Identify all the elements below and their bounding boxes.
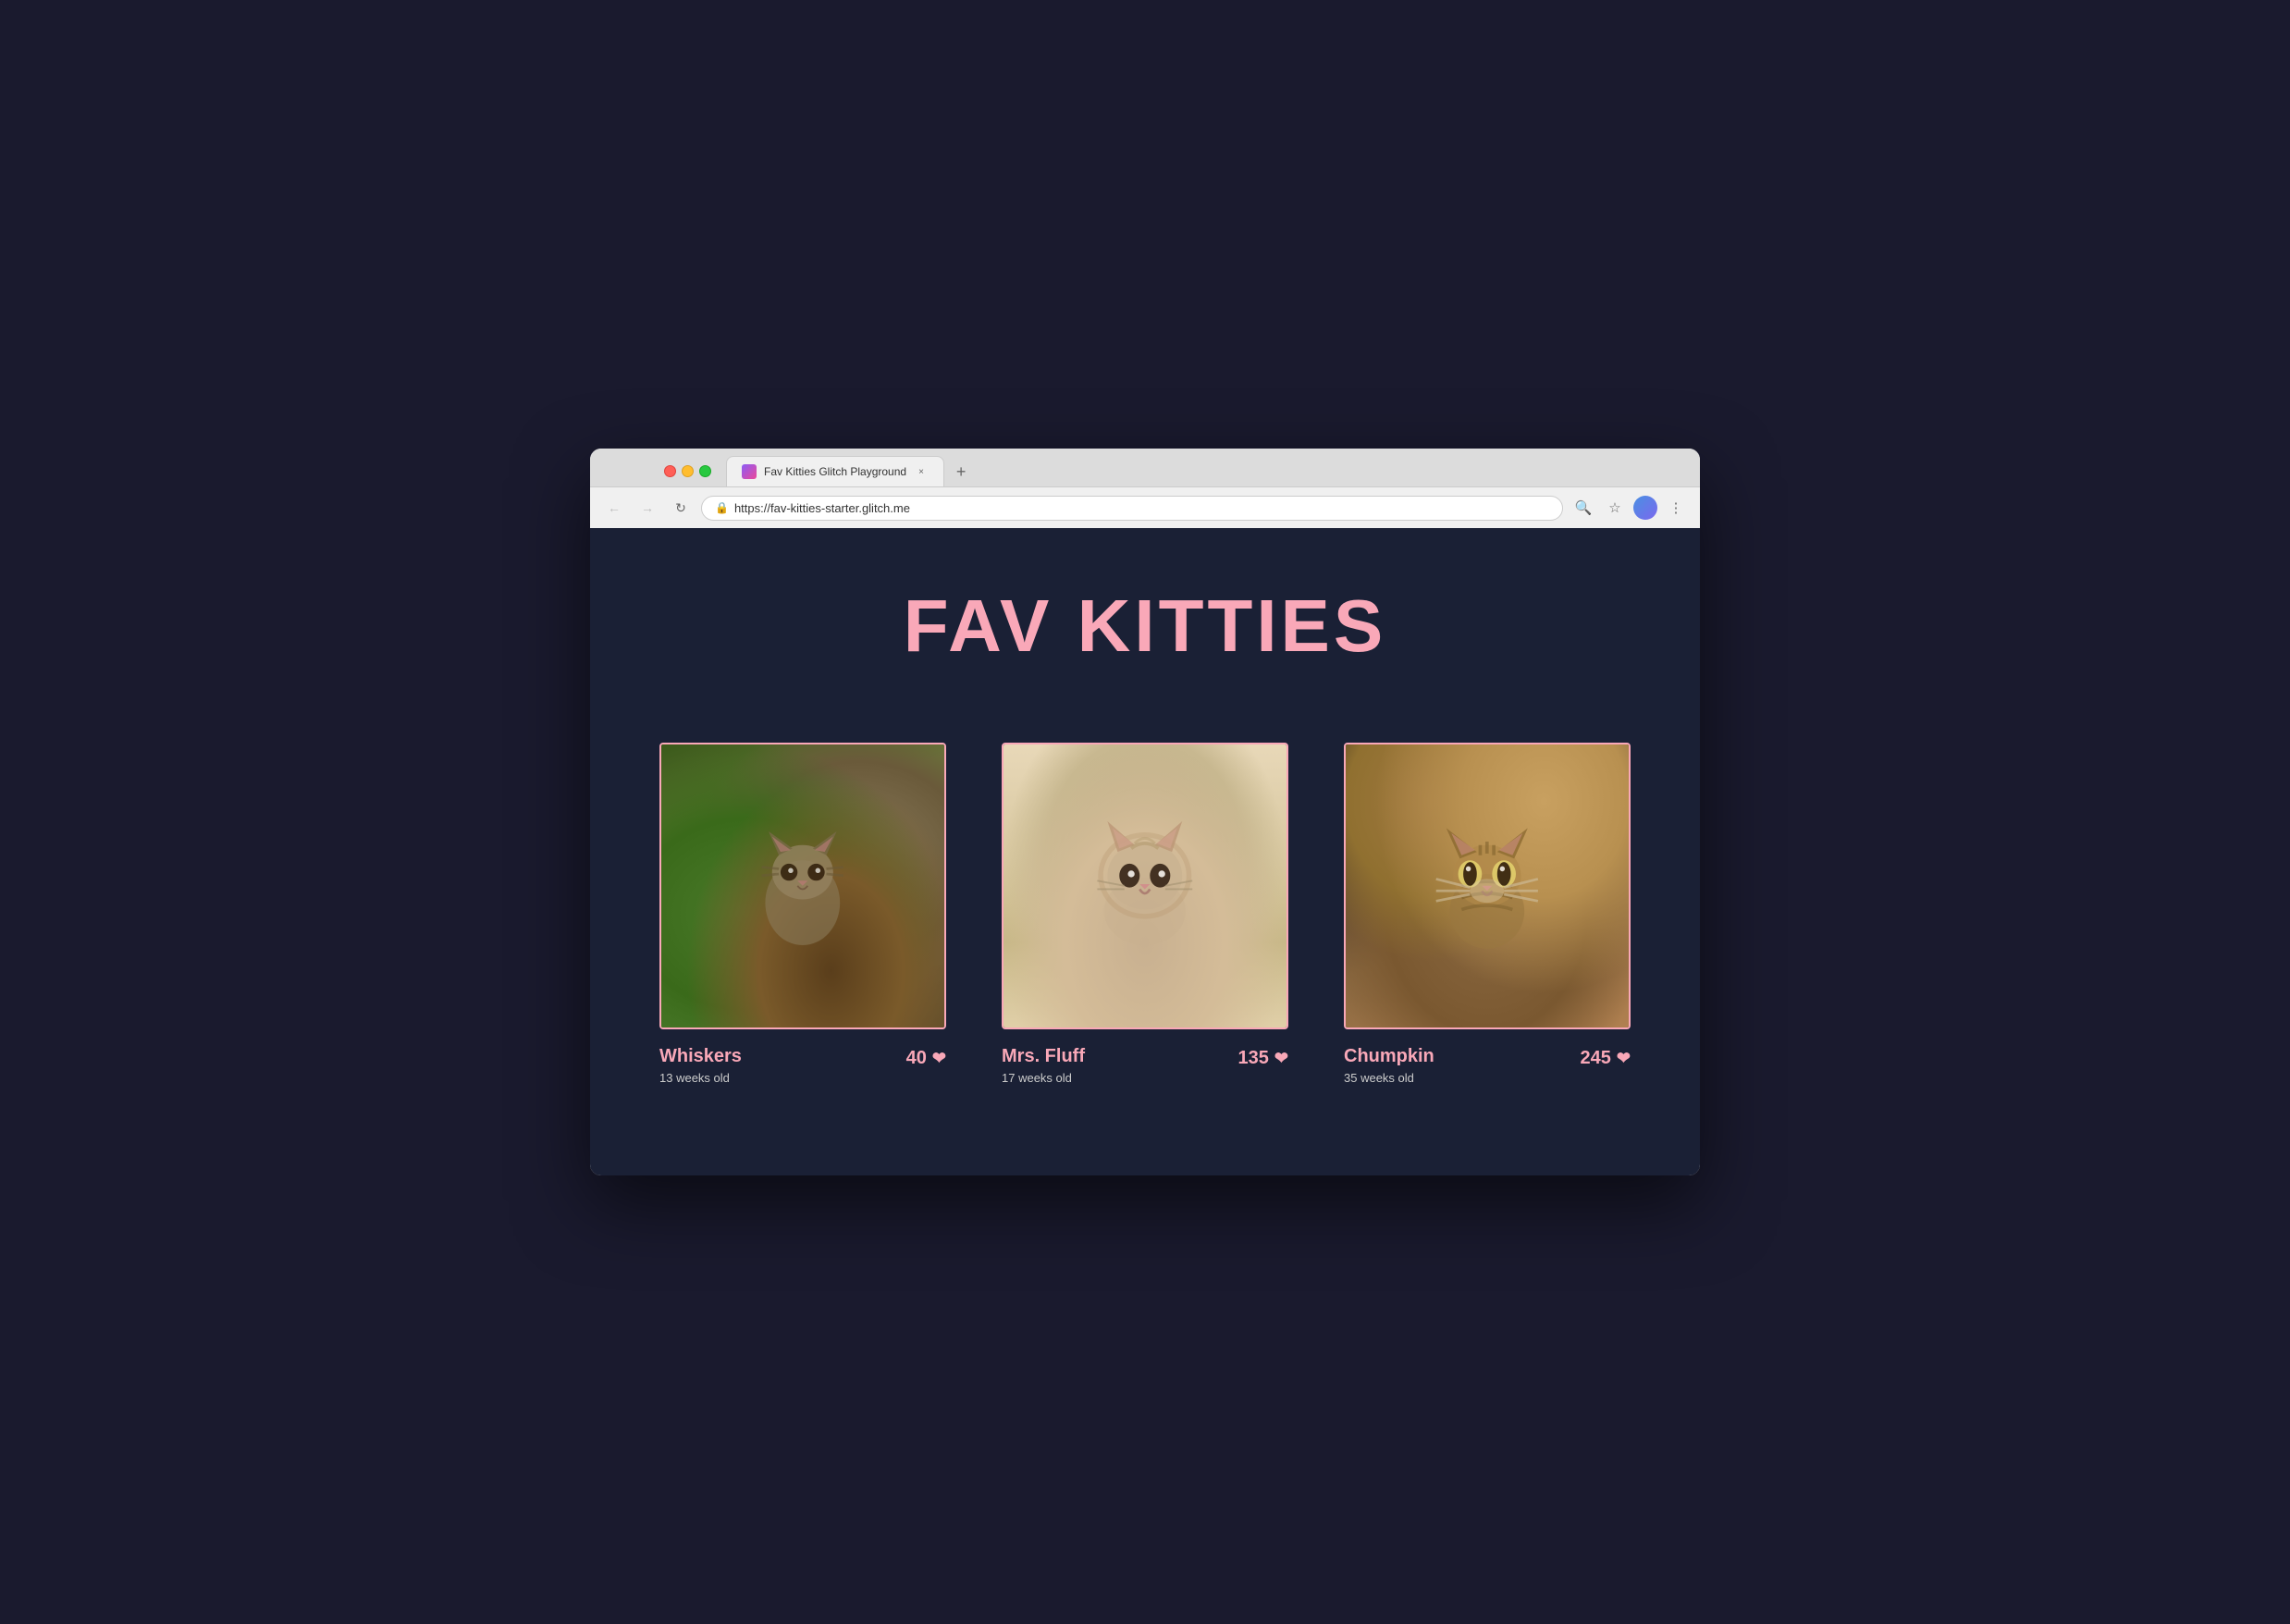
close-button[interactable] (664, 465, 676, 477)
lock-icon: 🔒 (715, 501, 729, 514)
bookmark-icon[interactable]: ☆ (1602, 495, 1628, 521)
kitty-info-mrs-fluff: Mrs. Fluff 17 weeks old 135 ❤ (1002, 1046, 1288, 1085)
tab-favicon (742, 464, 757, 479)
page-content: FAV KITTIES (590, 528, 1700, 1175)
kitty-info-chumpkin: Chumpkin 35 weeks old 245 ❤ (1344, 1046, 1631, 1085)
kitty-image-mrs-fluff[interactable] (1002, 743, 1288, 1029)
minimize-button[interactable] (682, 465, 694, 477)
maximize-button[interactable] (699, 465, 711, 477)
kitty-name-chumpkin: Chumpkin (1344, 1046, 1434, 1067)
vote-count-chumpkin: 245 (1581, 1048, 1611, 1069)
kitty-card-chumpkin: Chumpkin 35 weeks old 245 ❤ (1344, 743, 1631, 1085)
menu-icon[interactable]: ⋮ (1663, 495, 1689, 521)
kitty-info-whiskers: Whiskers 13 weeks old 40 ❤ (659, 1046, 946, 1085)
kitty-name-whiskers: Whiskers (659, 1046, 742, 1067)
kitty-age-mrs-fluff: 17 weeks old (1002, 1071, 1085, 1085)
heart-icon-mrs-fluff: ❤ (1274, 1049, 1288, 1068)
heart-icon-whiskers: ❤ (932, 1049, 946, 1068)
browser-window: Fav Kitties Glitch Playground × + ← → ↻ … (590, 449, 1700, 1175)
search-icon[interactable]: 🔍 (1570, 495, 1596, 521)
address-bar[interactable]: 🔒 https://fav-kitties-starter.glitch.me (701, 496, 1563, 521)
back-button[interactable]: ← (601, 495, 627, 521)
reload-button[interactable]: ↻ (668, 495, 694, 521)
avatar[interactable] (1633, 496, 1657, 520)
kitty-card-mrs-fluff: Mrs. Fluff 17 weeks old 135 ❤ (1002, 743, 1288, 1085)
forward-button[interactable]: → (634, 495, 660, 521)
kitty-image-chumpkin[interactable] (1344, 743, 1631, 1029)
kitty-name-mrs-fluff: Mrs. Fluff (1002, 1046, 1085, 1067)
new-tab-button[interactable]: + (948, 461, 974, 486)
kitty-name-age-mrs-fluff: Mrs. Fluff 17 weeks old (1002, 1046, 1085, 1085)
tab-close-button[interactable]: × (914, 464, 929, 479)
kitty-age-whiskers: 13 weeks old (659, 1071, 742, 1085)
vote-count-mrs-fluff: 135 (1238, 1048, 1269, 1069)
heart-icon-chumpkin: ❤ (1617, 1049, 1631, 1068)
kitties-grid: Whiskers 13 weeks old 40 ❤ (636, 743, 1654, 1085)
tab-title: Fav Kitties Glitch Playground (764, 465, 906, 478)
vote-count-whiskers: 40 (906, 1048, 927, 1069)
tab-bar: Fav Kitties Glitch Playground × + (590, 449, 1700, 486)
url-text: https://fav-kitties-starter.glitch.me (734, 501, 910, 515)
kitty-votes-chumpkin[interactable]: 245 ❤ (1581, 1046, 1631, 1069)
active-tab[interactable]: Fav Kitties Glitch Playground × (726, 456, 944, 486)
kitty-votes-whiskers[interactable]: 40 ❤ (906, 1046, 946, 1069)
kitty-image-whiskers[interactable] (659, 743, 946, 1029)
toolbar-right: 🔍 ☆ ⋮ (1570, 495, 1689, 521)
kitty-card-whiskers: Whiskers 13 weeks old 40 ❤ (659, 743, 946, 1085)
kitty-age-chumpkin: 35 weeks old (1344, 1071, 1434, 1085)
kitty-votes-mrs-fluff[interactable]: 135 ❤ (1238, 1046, 1288, 1069)
address-bar-row: ← → ↻ 🔒 https://fav-kitties-starter.glit… (590, 486, 1700, 528)
kitty-name-age-whiskers: Whiskers 13 weeks old (659, 1046, 742, 1085)
kitty-name-age-chumpkin: Chumpkin 35 weeks old (1344, 1046, 1434, 1085)
page-title: FAV KITTIES (904, 584, 1387, 669)
